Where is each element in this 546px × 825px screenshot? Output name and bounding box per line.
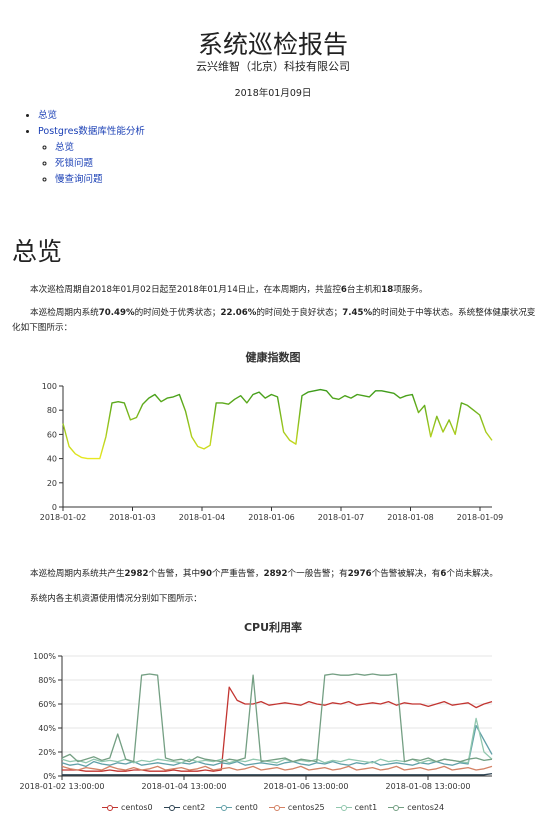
legend-item-centos0[interactable]: centos0 — [101, 803, 153, 812]
y-tick-label: 80% — [38, 676, 56, 685]
y-tick-label: 0 — [52, 503, 57, 512]
legend-marker — [268, 804, 285, 812]
x-tick-label: 2018-01-06 13:00:00 — [264, 782, 349, 791]
toc-sublist: 总览 死锁问题 慢查询问题 — [38, 140, 145, 188]
cpu-usage-chart: 0% 20% 40% 60% 80% 100% 2018-01-02 13:00:00 201… — [20, 652, 493, 791]
legend-marker — [101, 804, 118, 812]
legend-marker — [163, 804, 180, 812]
x-tick-label: 2018-01-06 — [248, 513, 295, 522]
x-tick-label: 2018-01-04 13:00:00 — [142, 782, 227, 791]
legend-item-centos25[interactable]: centos25 — [268, 803, 325, 812]
toc-subitem: 慢查询问题 — [55, 172, 145, 188]
legend-marker — [335, 804, 352, 812]
report-date: 2018年01月09日 — [234, 88, 312, 99]
x-tick-label: 2018-01-03 — [109, 513, 156, 522]
series-line-cent2 — [62, 772, 493, 776]
toc-link-pg-overview[interactable]: 总览 — [55, 142, 74, 153]
x-tick-label: 2018-01-08 13:00:00 — [386, 782, 471, 791]
legend-marker — [388, 804, 405, 812]
y-tick-label: 80 — [47, 406, 57, 415]
x-tick-label: 2018-01-02 13:00:00 — [20, 782, 105, 791]
toc-subitem: 总览 — [55, 140, 145, 156]
legend-item-cent0[interactable]: cent0 — [216, 803, 258, 812]
y-tick-label: 20% — [38, 748, 56, 757]
x-tick-label: 2018-01-04 — [179, 513, 226, 522]
overview-paragraph-resources: 系统内各主机资源使用情况分别如下图所示： — [30, 594, 202, 604]
report-title: 系统巡检报告 — [197, 29, 348, 59]
toc-link-deadlock[interactable]: 死锁问题 — [55, 158, 93, 169]
overview-paragraph-health: 本巡检周期内系统70.49%的时间处于优秀状态；22.06%的时间处于良好状态；… — [12, 308, 536, 333]
y-tick-label: 40 — [47, 455, 57, 464]
y-tick-label: 60% — [38, 700, 56, 709]
legend-item-cent1[interactable]: cent1 — [335, 803, 378, 812]
legend-label: cent0 — [235, 803, 258, 812]
table-of-contents: 总览 Postgres数据库性能分析 总览 死锁问题 慢查询问题 — [22, 108, 145, 188]
series-line-cent1 — [61, 717, 493, 764]
y-tick-label: 60 — [47, 430, 57, 439]
legend-label: centos0 — [120, 803, 153, 812]
legend-label: centos25 — [287, 803, 325, 812]
health-chart-title: 健康指数图 — [245, 351, 301, 364]
cpu-chart-title: CPU利用率 — [243, 621, 303, 634]
company-name: 云兴维智（北京）科技有限公司 — [196, 60, 350, 73]
y-tick-label: 100 — [42, 382, 57, 391]
x-tick-label: 2018-01-08 — [387, 513, 434, 522]
series-line-centos24 — [61, 673, 493, 763]
x-tick-label: 2018-01-07 — [318, 513, 365, 522]
toc-link-overview[interactable]: 总览 — [38, 110, 57, 121]
x-tick-label: 2018-01-09 — [457, 513, 504, 522]
x-tick-label: 2018-01-02 — [40, 513, 87, 522]
legend-marker — [216, 804, 233, 812]
toc-item: 总览 — [38, 108, 145, 124]
toc-link-slow-query[interactable]: 慢查询问题 — [55, 174, 103, 185]
overview-paragraph-alerts: 本巡检周期内系统共产生2982个告警，其中90个严重告警，2892个一般告警；有… — [30, 569, 498, 579]
legend-item-cent2[interactable]: cent2 — [163, 803, 206, 812]
section-heading-overview: 总览 — [12, 237, 63, 266]
y-tick-label: 100% — [33, 652, 56, 661]
legend-item-centos24[interactable]: centos24 — [388, 803, 444, 812]
cpu-chart-legend: centos0 cent2 cent0 centos25 cent1 centos24 — [0, 803, 546, 812]
toc-subitem: 死锁问题 — [55, 156, 145, 172]
health-index-chart: 0 20 40 60 80 100 2018-01-02 2018-01-03 2018-01-… — [40, 382, 504, 522]
y-tick-label: 20 — [47, 479, 57, 488]
series-line-health — [62, 388, 493, 460]
series-line-centos25 — [61, 765, 493, 771]
y-tick-label: 40% — [38, 724, 56, 733]
y-tick-label: 0% — [43, 772, 56, 781]
legend-label: cent2 — [182, 803, 206, 812]
legend-label: cent1 — [354, 803, 378, 812]
toc-item: Postgres数据库性能分析 总览 死锁问题 慢查询问题 — [38, 124, 145, 188]
toc-link-postgres[interactable]: Postgres数据库性能分析 — [38, 126, 145, 137]
legend-label: centos24 — [407, 803, 445, 812]
overview-paragraph-period: 本次巡检周期自2018年01月02日起至2018年01月14日止，在本周期内，共… — [30, 285, 428, 295]
